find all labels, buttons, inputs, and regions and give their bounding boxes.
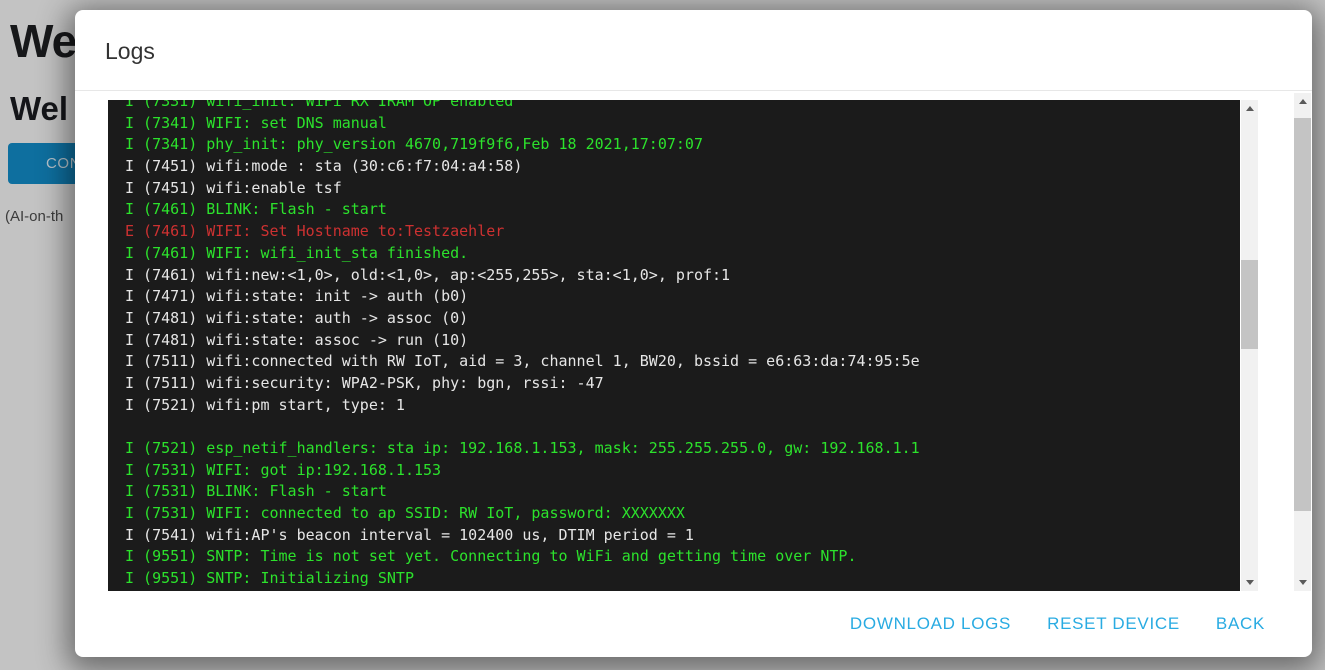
log-line: I (7461) wifi:new:<1,0>, old:<1,0>, ap:<… [125,265,1240,287]
scroll-up-icon[interactable] [1294,93,1311,110]
log-output-panel[interactable]: I (7331) wifi_init: WiFi RX IRAM OP enab… [108,100,1240,591]
modal-scrollbar[interactable] [1294,93,1311,591]
log-line: I (7471) wifi:state: init -> auth (b0) [125,286,1240,308]
log-text: I (7331) wifi_init: WiFi RX IRAM OP enab… [108,100,1240,590]
log-scrollbar-thumb[interactable] [1241,260,1258,349]
log-line: I (7341) WIFI: set DNS manual [125,113,1240,135]
log-line: I (7461) WIFI: wifi_init_sta finished. [125,243,1240,265]
log-line: I (7521) wifi:pm start, type: 1 [125,395,1240,417]
modal-title: Logs [105,38,155,65]
scroll-down-icon[interactable] [1241,574,1258,591]
log-line: I (9551) SNTP: Initializing SNTP [125,568,1240,590]
log-line: I (7451) wifi:enable tsf [125,178,1240,200]
log-line: I (7541) wifi:AP's beacon interval = 102… [125,525,1240,547]
reset-device-button[interactable]: RESET DEVICE [1045,608,1182,640]
log-line: I (9551) SNTP: Time is not set yet. Conn… [125,546,1240,568]
back-button[interactable]: BACK [1214,608,1267,640]
log-line: I (7461) BLINK: Flash - start [125,199,1240,221]
log-line: I (7451) wifi:mode : sta (30:c6:f7:04:a4… [125,156,1240,178]
log-line: I (7511) wifi:connected with RW IoT, aid… [125,351,1240,373]
log-line: I (7341) phy_init: phy_version 4670,719f… [125,134,1240,156]
screen: We Wel CON (AI-on-th Logs I (7331) wifi_… [0,0,1325,670]
log-line: E (7461) WIFI: Set Hostname to:Testzaehl… [125,221,1240,243]
scroll-down-icon[interactable] [1294,574,1311,591]
modal-header: Logs [75,10,1312,91]
modal-footer: DOWNLOAD LOGS RESET DEVICE BACK [75,591,1312,657]
log-line: I (7331) wifi_init: WiFi RX IRAM OP enab… [125,100,1240,113]
page-subtitle: Wel [10,90,68,128]
log-line [125,416,1240,438]
log-line: I (7531) BLINK: Flash - start [125,481,1240,503]
modal-scrollbar-thumb[interactable] [1294,118,1311,511]
log-line: I (7481) wifi:state: assoc -> run (10) [125,330,1240,352]
page-caption: (AI-on-th [5,208,63,225]
page-title: We [10,14,76,68]
scroll-up-icon[interactable] [1241,100,1258,117]
logs-modal: Logs I (7331) wifi_init: WiFi RX IRAM OP… [75,10,1312,657]
log-line: I (7521) esp_netif_handlers: sta ip: 192… [125,438,1240,460]
log-line: I (7511) wifi:security: WPA2-PSK, phy: b… [125,373,1240,395]
log-line: I (7481) wifi:state: auth -> assoc (0) [125,308,1240,330]
log-line: I (7531) WIFI: connected to ap SSID: RW … [125,503,1240,525]
download-logs-button[interactable]: DOWNLOAD LOGS [848,608,1013,640]
log-scrollbar[interactable] [1241,100,1258,591]
log-line: I (7531) WIFI: got ip:192.168.1.153 [125,460,1240,482]
